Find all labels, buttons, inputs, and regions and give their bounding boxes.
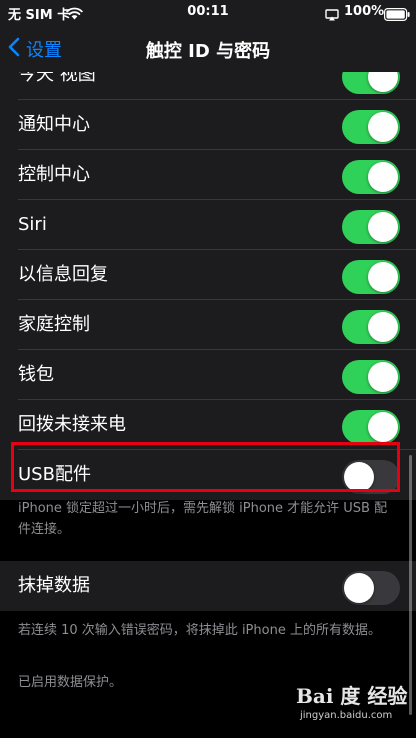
scroll-indicator[interactable] <box>409 455 412 715</box>
usb-accessories-toggle[interactable] <box>342 460 400 494</box>
setting-label: USB配件 <box>18 464 91 485</box>
today-view-toggle[interactable] <box>342 72 400 94</box>
toggle-knob <box>368 362 398 392</box>
setting-row-wallet: 钱包 <box>0 350 416 400</box>
toggle-knob <box>344 462 374 492</box>
setting-label: 以信息回复 <box>18 264 108 285</box>
erase-data-toggle[interactable] <box>342 571 400 605</box>
watermark-logo: Bai 度 经验 <box>296 684 408 708</box>
setting-label: 抹掉数据 <box>18 575 90 596</box>
status-bar: 无 SIM 卡 00:11 100% <box>0 0 416 26</box>
usb-accessories-footer: iPhone 锁定超过一小时后，需先解锁 iPhone 才能允许 USB 配件连… <box>18 501 388 537</box>
toggle-knob <box>368 312 398 342</box>
setting-row-erase-data: 抹掉数据 <box>0 561 416 611</box>
toggle-knob <box>368 412 398 442</box>
erase-data-footer: 若连续 10 次输入错误密码，将抹掉此 iPhone 上的所有数据。 <box>18 623 381 638</box>
notification-center-toggle[interactable] <box>342 110 400 144</box>
setting-label: 控制中心 <box>18 164 90 185</box>
battery-percentage: 100% <box>344 4 385 19</box>
return-missed-calls-toggle[interactable] <box>342 410 400 444</box>
erase-data-group: 抹掉数据 <box>0 561 416 611</box>
setting-row-notification-center: 通知中心 <box>0 100 416 150</box>
watermark-url: jingyan.baidu.com <box>300 710 393 721</box>
toggle-knob <box>368 162 398 192</box>
toggle-knob <box>344 573 374 603</box>
toggle-knob <box>368 72 398 92</box>
toggle-knob <box>368 262 398 292</box>
setting-row-today-view: 今天 视图 <box>0 72 416 100</box>
setting-row-usb-accessories: USB配件 <box>0 450 416 500</box>
control-center-toggle[interactable] <box>342 160 400 194</box>
setting-label: 回拨未接来电 <box>18 414 126 435</box>
baidu-jingyan-watermark: Bai 度 经验 jingyan.baidu.com <box>296 680 408 730</box>
setting-label: Siri <box>18 214 47 235</box>
page-title: 触控 ID 与密码 <box>145 41 271 62</box>
reply-with-message-toggle[interactable] <box>342 260 400 294</box>
toggle-knob <box>368 112 398 142</box>
setting-label: 今天 视图 <box>18 72 96 85</box>
setting-label: 家庭控制 <box>18 314 90 335</box>
setting-row-return-missed-calls: 回拨未接来电 <box>0 400 416 450</box>
allow-access-when-locked-group: 今天 视图 通知中心 控制中心 Siri 以信息回复 家庭控制 钱包 回拨未接来… <box>0 72 416 500</box>
setting-row-control-center: 控制中心 <box>0 150 416 200</box>
siri-toggle[interactable] <box>342 210 400 244</box>
navigation-bar: 设置 触控 ID 与密码 <box>0 26 416 72</box>
setting-row-home-control: 家庭控制 <box>0 300 416 350</box>
setting-row-siri: Siri <box>0 200 416 250</box>
screen-mirroring-icon <box>325 6 339 25</box>
settings-content[interactable]: 今天 视图 通知中心 控制中心 Siri 以信息回复 家庭控制 钱包 回拨未接来… <box>0 72 416 738</box>
setting-row-reply-with-message: 以信息回复 <box>0 250 416 300</box>
setting-label: 通知中心 <box>18 114 90 135</box>
setting-label: 钱包 <box>18 364 54 385</box>
wallet-toggle[interactable] <box>342 360 400 394</box>
home-control-toggle[interactable] <box>342 310 400 344</box>
toggle-knob <box>368 212 398 242</box>
battery-icon <box>384 6 410 25</box>
